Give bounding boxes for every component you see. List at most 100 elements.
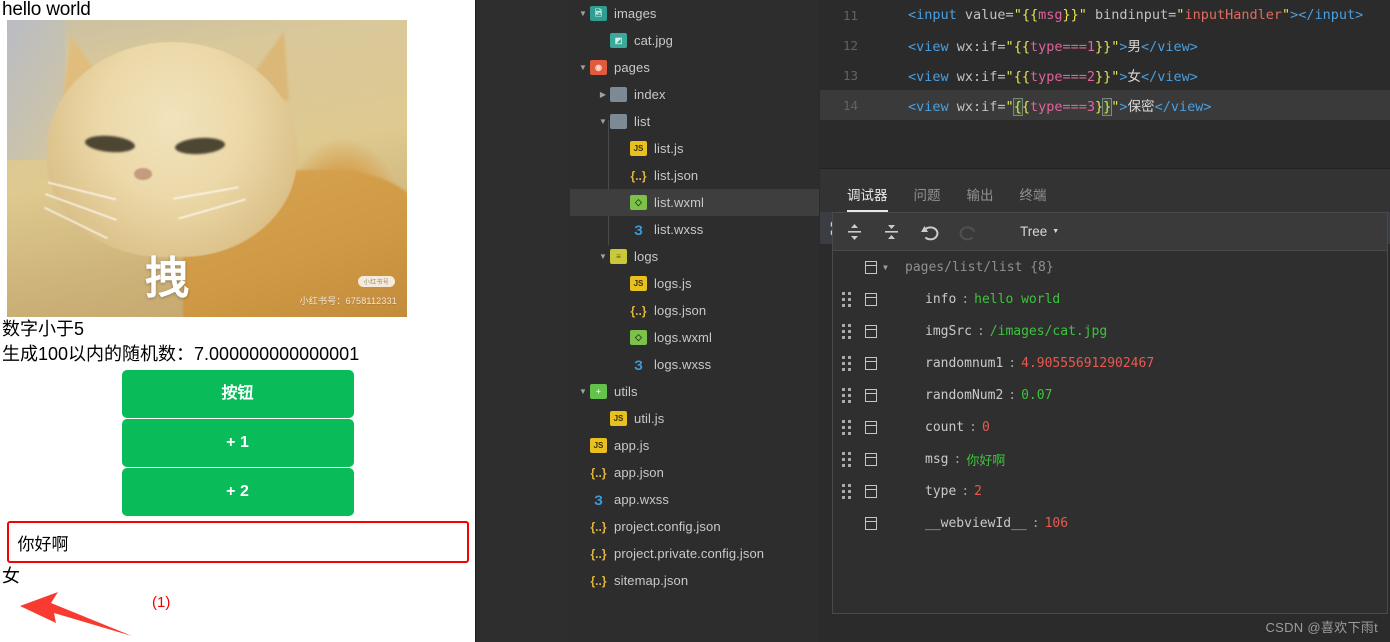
simulator-preview: hello world 拽 小红书号 小红书号：6758112331 数字小于5… (0, 0, 475, 642)
toggle-box-icon[interactable] (859, 356, 883, 370)
code-line-12[interactable]: 12 <view wx:if="{{type===1}}">男</view> (820, 30, 1390, 60)
toggle-box-icon[interactable] (859, 292, 883, 306)
data-value[interactable]: 2 (974, 484, 982, 499)
toggle-box-icon[interactable] (859, 484, 883, 498)
tree-item-app-wxss[interactable]: Зapp.wxss (570, 486, 819, 513)
tab-output[interactable]: 输出 (967, 184, 994, 212)
undo-icon[interactable] (920, 223, 939, 241)
data-tree-row-imgSrc[interactable]: imgSrc: /images/cat.jpg (833, 315, 1387, 347)
json-icon: {..} (630, 303, 647, 318)
expand-all-icon[interactable] (846, 223, 863, 241)
toggle-box-icon[interactable] (859, 324, 883, 338)
tree-item-app-js[interactable]: JS app.js (570, 432, 819, 459)
data-tree[interactable]: ▼ pages/list/list {8} info: hello world im… (832, 250, 1388, 614)
chevron-right-icon[interactable] (596, 91, 610, 99)
tab-debugger[interactable]: 调试器 (847, 184, 888, 212)
tree-item-pages[interactable]: ◉ pages (570, 54, 819, 81)
data-tree-row-randomnum1[interactable]: randomnum1:4.905556912902467 (833, 347, 1387, 379)
toggle-box-icon[interactable] (859, 260, 883, 274)
data-value[interactable]: 4.905556912902467 (1021, 356, 1154, 371)
data-tree-root-row[interactable]: ▼ pages/list/list {8} (833, 251, 1387, 283)
data-value[interactable]: 106 (1045, 516, 1068, 531)
tree-item-utils[interactable]: + utils (570, 378, 819, 405)
data-value[interactable]: 你好啊 (966, 450, 1005, 469)
toggle-box-icon[interactable] (859, 516, 883, 530)
code-line-13[interactable]: 13 <view wx:if="{{type===2}}">女</view> (820, 60, 1390, 90)
data-tree-row-type[interactable]: type:2 (833, 475, 1387, 507)
side-gap-panel (475, 0, 570, 642)
data-tree-row-info[interactable]: info: hello world (833, 283, 1387, 315)
chevron-down-icon[interactable] (576, 10, 590, 18)
tree-item-logs-js[interactable]: JS logs.js (570, 270, 819, 297)
tree-item-list-wxss[interactable]: Зlist.wxss (570, 216, 819, 243)
tree-item-list-wxml[interactable]: ◇ list.wxml (570, 189, 819, 216)
toggle-box-icon[interactable] (859, 420, 883, 434)
chevron-down-icon[interactable] (576, 388, 590, 396)
chevron-down-icon[interactable] (576, 64, 590, 72)
js-icon: JS (630, 276, 647, 291)
drag-handle-icon[interactable] (833, 323, 859, 339)
data-key: imgSrc (925, 323, 972, 339)
json-icon: {..} (590, 546, 607, 561)
data-tree-row-webviewId[interactable]: __webviewId__:106 (833, 507, 1387, 539)
key-value-separator: : (976, 323, 985, 339)
chevron-down-icon[interactable] (596, 253, 610, 261)
data-tree-row-count[interactable]: count:0 (833, 411, 1387, 443)
data-value[interactable]: hello world (974, 292, 1060, 307)
tree-item-cat-jpg[interactable]: ◩ cat.jpg (570, 27, 819, 54)
collapse-all-icon[interactable] (883, 223, 900, 241)
drag-handle-icon[interactable] (833, 355, 859, 371)
json-icon: {..} (590, 519, 607, 534)
data-value[interactable]: 0 (982, 420, 990, 435)
data-tree-toolbar[interactable]: Tree ▼ (832, 212, 1388, 250)
drag-handle-icon[interactable] (833, 451, 859, 467)
sim-text-line-2: 生成100以内的随机数：7.000000000000001 (2, 344, 360, 364)
message-input[interactable] (6, 521, 469, 563)
drag-handle-icon[interactable] (833, 419, 859, 435)
tree-item-logs-wxss[interactable]: Зlogs.wxss (570, 351, 819, 378)
drag-handle-icon[interactable] (833, 387, 859, 403)
tab-terminal[interactable]: 终端 (1020, 184, 1047, 212)
tree-item-list-json[interactable]: {..} list.json (570, 162, 819, 189)
view-mode-select[interactable]: Tree ▼ (1020, 224, 1059, 239)
tree-item-logs[interactable]: ≡ logs (570, 243, 819, 270)
toggle-box-icon[interactable] (859, 452, 883, 466)
tree-item-util-js[interactable]: JS util.js (570, 405, 819, 432)
data-tree-row-msg[interactable]: msg: 你好啊 (833, 443, 1387, 475)
increment-by-1-button[interactable]: + 1 (121, 419, 354, 467)
data-key: randomNum2 (925, 387, 1004, 403)
code-content: <view wx:if="{{type===3}}">保密</view> (908, 98, 1212, 116)
action-button[interactable]: 按钮 (121, 370, 354, 418)
toggle-box-icon[interactable] (859, 388, 883, 402)
data-tree-row-randomNum2[interactable]: randomNum2:0.07 (833, 379, 1387, 411)
increment-by-2-button[interactable]: + 2 (121, 468, 354, 516)
tree-item-project-config-json[interactable]: {..} project.config.json (570, 513, 819, 540)
code-line-14[interactable]: 14 <view wx:if="{{type===3}}">保密</view> (820, 90, 1390, 120)
chevron-down-icon[interactable]: ▼ (883, 263, 903, 272)
tab-problems[interactable]: 问题 (914, 184, 941, 212)
tree-item-sitemap-json[interactable]: {..} sitemap.json (570, 567, 819, 594)
data-value[interactable]: /images/cat.jpg (990, 324, 1107, 339)
key-value-separator: : (1031, 515, 1040, 531)
tree-item-logs-wxml[interactable]: ◇ logs.wxml (570, 324, 819, 351)
code-line-11[interactable]: 11 <input value="{{msg}}" bindinput="inp… (820, 0, 1390, 30)
tree-item-project-private-config-json[interactable]: {..} project.private.config.json (570, 540, 819, 567)
file-explorer-tree[interactable]: images ◩ cat.jpg ◉ pages index list JS list.js {.… (570, 0, 819, 642)
tree-item-label: cat.jpg (634, 33, 674, 48)
tree-item-label: list.json (654, 168, 699, 183)
wxml-icon: ◇ (630, 330, 647, 345)
tree-item-list-js[interactable]: JS list.js (570, 135, 819, 162)
chevron-down-icon[interactable] (596, 118, 610, 126)
tree-item-images[interactable]: images (570, 0, 819, 27)
code-editor[interactable]: 11 <input value="{{msg}}" bindinput="inp… (820, 0, 1390, 168)
tree-item-logs-json[interactable]: {..} logs.json (570, 297, 819, 324)
debugger-tab-bar[interactable]: 调试器 问题 输出 终端 (820, 168, 1390, 212)
tree-item-list[interactable]: list (570, 108, 819, 135)
data-value[interactable]: 0.07 (1021, 388, 1052, 403)
tree-item-index[interactable]: index (570, 81, 819, 108)
tree-item-app-json[interactable]: {..} app.json (570, 459, 819, 486)
drag-handle-icon[interactable] (833, 291, 859, 307)
drag-handle-icon[interactable] (833, 483, 859, 499)
tree-item-label: logs.json (654, 303, 707, 318)
annotation-arrow-1 (20, 592, 132, 636)
